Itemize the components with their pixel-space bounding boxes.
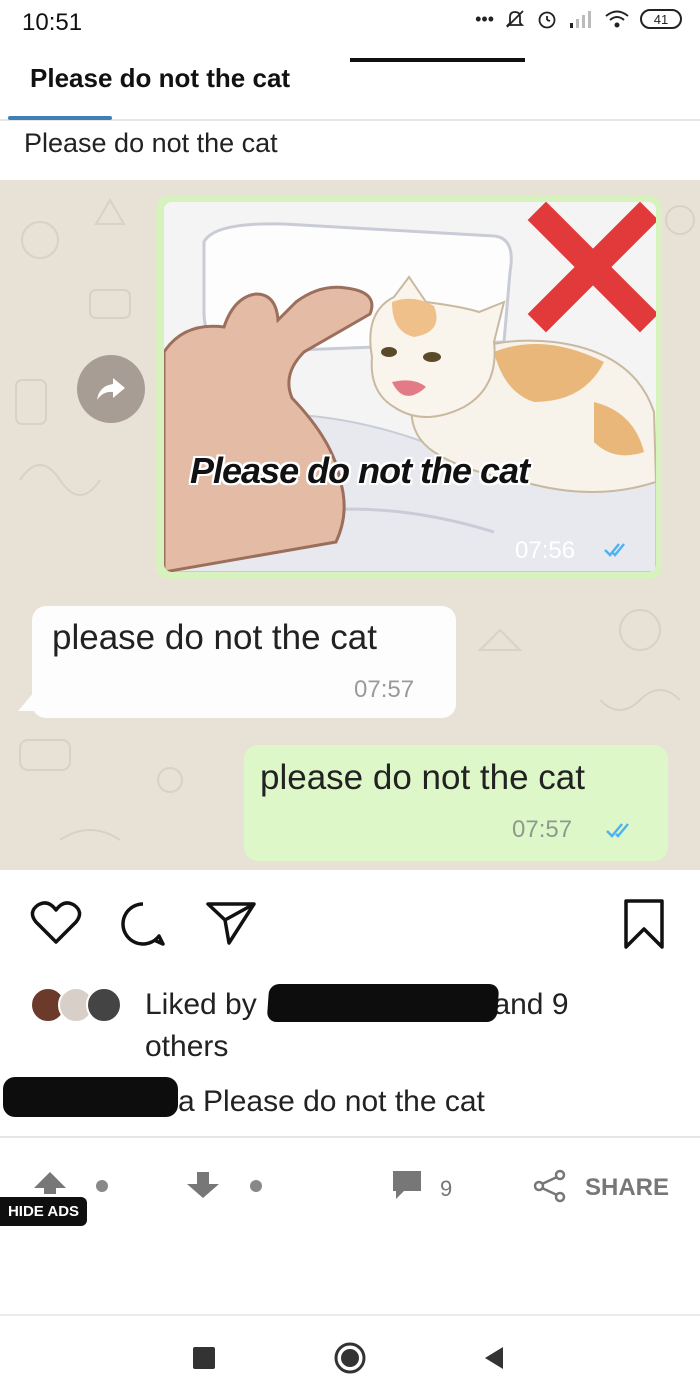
redaction-bar: [3, 1077, 178, 1117]
forward-icon: [97, 378, 125, 400]
comment-count: 9: [440, 1176, 453, 1201]
wifi-icon: [605, 10, 629, 28]
page-title: Please do not the cat: [30, 63, 291, 93]
image-message-time: 07:56: [515, 537, 576, 564]
recents-button[interactable]: [193, 1347, 215, 1369]
mute-icon: [505, 10, 525, 28]
downvote-icon[interactable]: [185, 1170, 221, 1200]
title-underline: [350, 58, 525, 62]
post-title: Please do not the cat: [24, 128, 278, 158]
header-accent: [8, 116, 112, 120]
more-dots: •••: [475, 8, 494, 29]
liked-by-avatars: [30, 987, 122, 1023]
comment-icon[interactable]: [118, 900, 168, 948]
share-icon[interactable]: [532, 1168, 568, 1204]
double-check-icon: [604, 543, 625, 557]
post-caption: a Please do not the cat: [178, 1085, 485, 1118]
outgoing-message-time: 07:57: [512, 816, 573, 843]
alarm-icon: [538, 11, 556, 29]
liked-by-prefix: Liked by: [145, 988, 257, 1021]
double-check-icon: [606, 823, 629, 838]
redaction-bar: [266, 984, 500, 1022]
battery-indicator: 41: [640, 9, 682, 29]
meme-caption: Please do not the cat: [190, 450, 530, 491]
comment-bubble-icon[interactable]: [390, 1168, 424, 1202]
meme-illustration: [164, 202, 656, 572]
hide-ads-button[interactable]: HIDE ADS: [0, 1197, 87, 1226]
back-button[interactable]: [483, 1345, 505, 1371]
send-icon[interactable]: [205, 900, 257, 946]
avatar: [86, 987, 122, 1023]
upvote-icon[interactable]: [32, 1170, 68, 1196]
meme-image[interactable]: [164, 202, 656, 572]
status-icons: ••• 41: [475, 8, 682, 30]
home-button[interactable]: [333, 1341, 367, 1375]
incoming-message-time: 07:57: [354, 676, 415, 703]
downvote-count-dot: [250, 1180, 262, 1192]
bookmark-icon[interactable]: [622, 898, 666, 950]
forward-button[interactable]: [77, 355, 145, 423]
incoming-message-text: please do not the cat: [52, 618, 377, 657]
share-button[interactable]: SHARE: [585, 1174, 669, 1202]
outgoing-message-text: please do not the cat: [260, 758, 585, 797]
nav-divider: [0, 1314, 700, 1316]
post-image[interactable]: Please do not the cat 07:56 please do no…: [0, 180, 700, 870]
status-time: 10:51: [22, 9, 83, 36]
heart-icon[interactable]: [30, 900, 82, 946]
upvote-count-dot: [96, 1180, 108, 1192]
bottom-divider: [0, 1136, 700, 1138]
signal-icon: [570, 11, 591, 28]
